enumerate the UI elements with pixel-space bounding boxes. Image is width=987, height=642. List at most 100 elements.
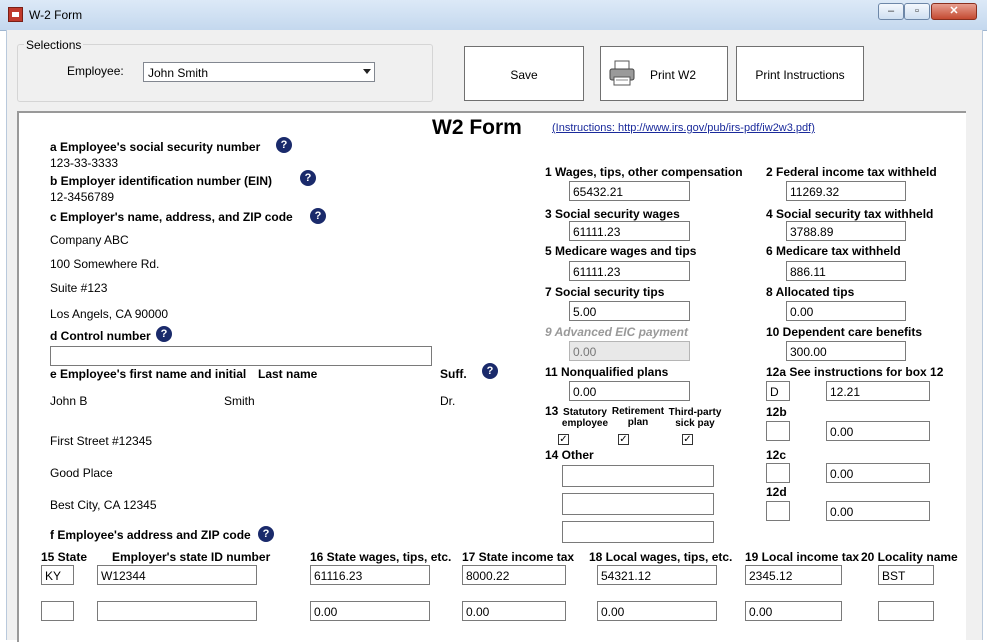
- box1-input[interactable]: 65432.21: [569, 181, 690, 201]
- box8-label: 8 Allocated tips: [766, 285, 855, 299]
- statutory-employee-checkbox[interactable]: ✓: [558, 434, 569, 445]
- save-button[interactable]: Save: [464, 46, 584, 101]
- help-icon-a[interactable]: ?: [276, 137, 292, 153]
- employer-line-2: 100 Somewhere Rd.: [50, 257, 160, 271]
- box12d-label: 12d: [766, 485, 787, 499]
- box13-statutory-label: Statutory employee: [561, 407, 609, 429]
- box8-input[interactable]: 0.00: [786, 301, 906, 321]
- box12b-label: 12b: [766, 405, 787, 419]
- box15-label: 15 State: [41, 550, 88, 564]
- maximize-button[interactable]: ▫: [904, 3, 930, 20]
- state-wages-input-2[interactable]: 0.00: [310, 601, 430, 621]
- employer-line-3: Suite #123: [50, 281, 108, 295]
- close-button[interactable]: ✕: [931, 3, 977, 20]
- help-icon-c[interactable]: ?: [310, 208, 326, 224]
- box-a-label: a Employee's social security number: [50, 140, 261, 154]
- box20-label: 20 Locality name: [861, 550, 958, 564]
- box11-label: 11 Nonqualified plans: [545, 365, 669, 379]
- window-title: W-2 Form: [29, 8, 83, 22]
- locality-input-1[interactable]: BST: [878, 565, 934, 585]
- third-party-sick-pay-checkbox[interactable]: ✓: [682, 434, 693, 445]
- state-id-input-1[interactable]: W12344: [97, 565, 257, 585]
- save-button-label: Save: [510, 68, 538, 82]
- box-c-label: c Employer's name, address, and ZIP code: [50, 210, 293, 224]
- box12c-label: 12c: [766, 448, 787, 462]
- employee-label: Employee:: [67, 64, 124, 78]
- form-title: W2 Form: [432, 116, 522, 139]
- state-tax-input-2[interactable]: 0.00: [462, 601, 566, 621]
- print-instructions-label: Print Instructions: [755, 68, 845, 82]
- box14-input-3[interactable]: [562, 521, 714, 543]
- box12d-amount-input[interactable]: 0.00: [826, 501, 930, 521]
- box16-label: 16 State wages, tips, etc.: [310, 550, 452, 564]
- box4-label: 4 Social security tax withheld: [766, 207, 934, 221]
- box12b-amount-input[interactable]: 0.00: [826, 421, 930, 441]
- box12a-amount-input[interactable]: 12.21: [826, 381, 930, 401]
- box7-label: 7 Social security tips: [545, 285, 665, 299]
- box5-label: 5 Medicare wages and tips: [545, 244, 697, 258]
- box14-input-1[interactable]: [562, 465, 714, 487]
- local-tax-input-2[interactable]: 0.00: [745, 601, 842, 621]
- employer-state-id-label: Employer's state ID number: [112, 550, 271, 564]
- help-icon-b[interactable]: ?: [300, 170, 316, 186]
- box13-label: 13: [545, 404, 559, 418]
- retirement-plan-checkbox[interactable]: ✓: [618, 434, 629, 445]
- box-a-value: 123-33-3333: [50, 156, 119, 170]
- box12d-code-input[interactable]: [766, 501, 790, 521]
- local-wages-input-1[interactable]: 54321.12: [597, 565, 717, 585]
- box12a-code-input[interactable]: D: [766, 381, 790, 401]
- printer-icon: [609, 60, 635, 86]
- box9-label: 9 Advanced EIC payment: [545, 325, 688, 339]
- chevron-down-icon: [363, 69, 371, 74]
- box-f-label: f Employee's address and ZIP code: [50, 528, 251, 542]
- box12c-code-input[interactable]: [766, 463, 790, 483]
- box-b-label: b Employer identification number (EIN): [50, 174, 273, 188]
- box10-input[interactable]: 300.00: [786, 341, 906, 361]
- box18-label: 18 Local wages, tips, etc.: [589, 550, 733, 564]
- help-icon-f[interactable]: ?: [258, 526, 274, 542]
- box14-label: 14 Other: [545, 448, 594, 462]
- help-icon-d[interactable]: ?: [156, 326, 172, 342]
- box12b-code-input[interactable]: [766, 421, 790, 441]
- state-input-2[interactable]: [41, 601, 74, 621]
- box6-label: 6 Medicare tax withheld: [766, 244, 901, 258]
- box17-label: 17 State income tax: [462, 550, 575, 564]
- state-input-1[interactable]: KY: [41, 565, 74, 585]
- minimize-button[interactable]: –: [878, 3, 904, 20]
- employee-address-line-3: Best City, CA 12345: [50, 498, 157, 512]
- employee-select[interactable]: John Smith: [143, 62, 375, 82]
- state-tax-input-1[interactable]: 8000.22: [462, 565, 566, 585]
- box14-input-2[interactable]: [562, 493, 714, 515]
- control-number-input[interactable]: [50, 346, 432, 366]
- box7-input[interactable]: 5.00: [569, 301, 690, 321]
- box3-input[interactable]: 61111.23: [569, 221, 690, 241]
- box4-input[interactable]: 3788.89: [786, 221, 906, 241]
- employee-address-line-2: Good Place: [50, 466, 113, 480]
- local-wages-input-2[interactable]: 0.00: [597, 601, 717, 621]
- employer-line-4: Los Angels, CA 90000: [50, 307, 169, 321]
- help-icon-e[interactable]: ?: [482, 363, 498, 379]
- employee-last-name: Smith: [224, 394, 255, 408]
- box-b-value: 12-3456789: [50, 190, 115, 204]
- print-instructions-button[interactable]: Print Instructions: [736, 46, 864, 101]
- print-w2-button[interactable]: Print W2: [600, 46, 728, 101]
- box12c-amount-input[interactable]: 0.00: [826, 463, 930, 483]
- box12a-label: 12a See instructions for box 12: [766, 365, 944, 379]
- employee-select-value: John Smith: [148, 66, 209, 80]
- state-wages-input-1[interactable]: 61116.23: [310, 565, 430, 585]
- box6-input[interactable]: 886.11: [786, 261, 906, 281]
- box2-input[interactable]: 11269.32: [786, 181, 906, 201]
- box10-label: 10 Dependent care benefits: [766, 325, 923, 339]
- last-name-label: Last name: [258, 367, 318, 381]
- suffix-label: Suff.: [440, 367, 467, 381]
- locality-input-2[interactable]: [878, 601, 934, 621]
- box5-input[interactable]: 61111.23: [569, 261, 690, 281]
- box11-input[interactable]: 0.00: [569, 381, 690, 401]
- box19-label: 19 Local income tax: [745, 550, 860, 564]
- instructions-link[interactable]: (Instructions: http://www.irs.gov/pub/ir…: [552, 122, 815, 134]
- local-tax-input-1[interactable]: 2345.12: [745, 565, 842, 585]
- box13-thirdparty-label: Third-party sick pay: [668, 407, 722, 429]
- state-id-input-2[interactable]: [97, 601, 257, 621]
- box9-input: 0.00: [569, 341, 690, 361]
- box-e-label: e Employee's first name and initial: [50, 367, 247, 381]
